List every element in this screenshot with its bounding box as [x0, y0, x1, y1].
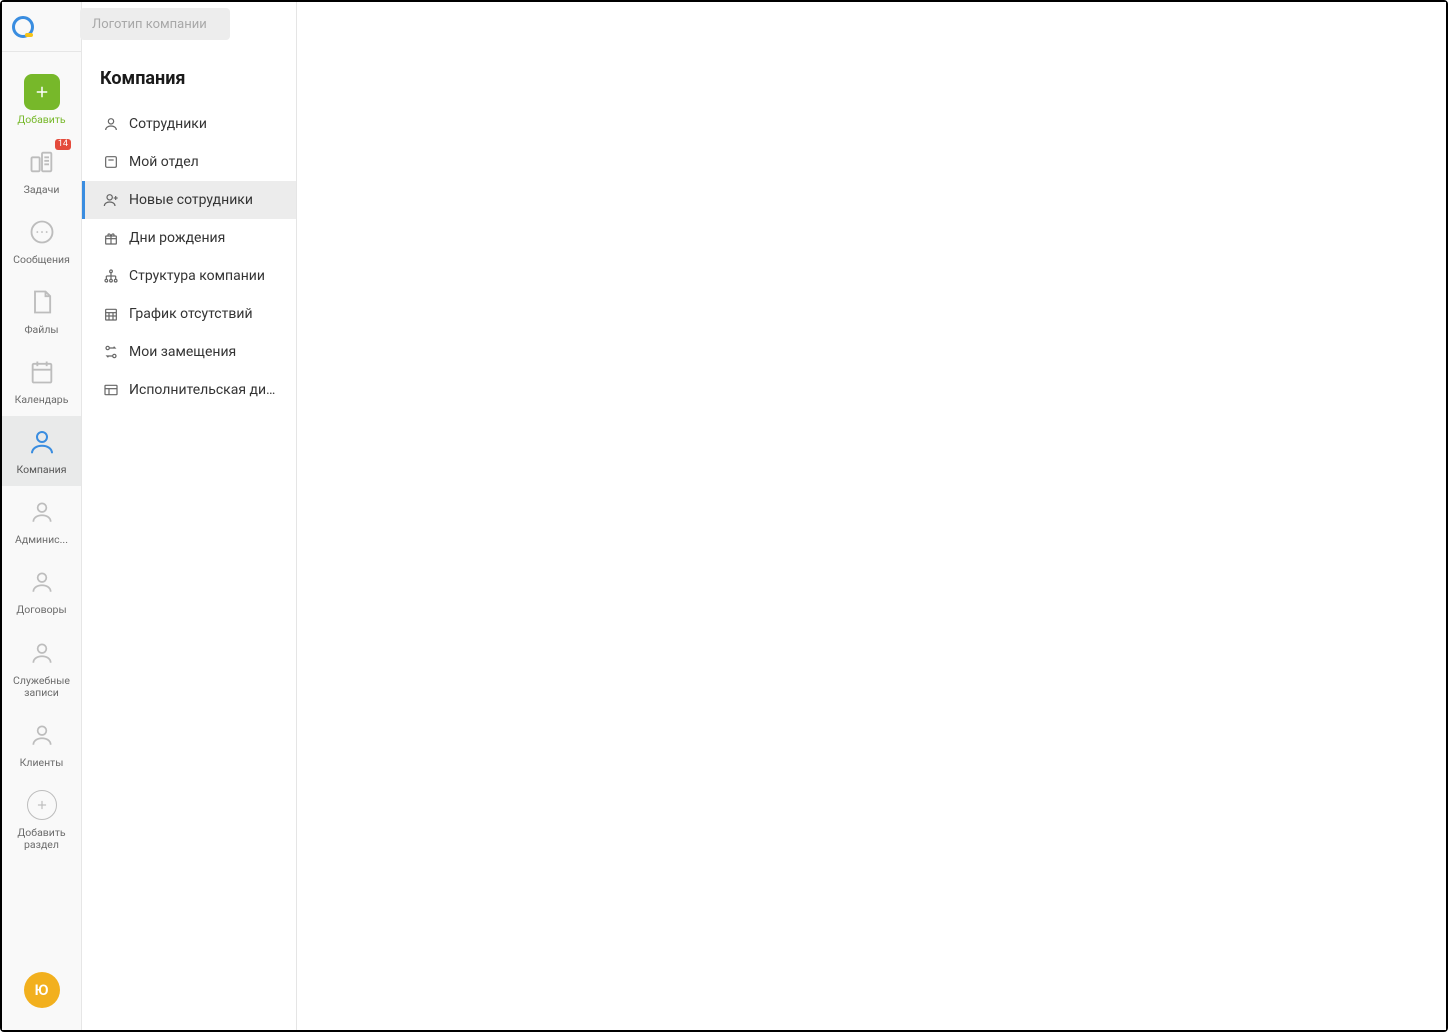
plus-circle-icon	[27, 790, 57, 820]
calendar-grid-icon	[103, 306, 119, 322]
sub-item-label: Структура компании	[129, 268, 265, 284]
card-icon	[103, 154, 119, 170]
sub-item-substitutions[interactable]: Мои замещения	[82, 333, 296, 371]
nav-label: Админис...	[15, 534, 68, 546]
gift-icon	[103, 230, 119, 246]
sub-item-my-dept[interactable]: Мой отдел	[82, 143, 296, 181]
sub-panel-title: Компания	[82, 68, 296, 105]
sub-item-birthdays[interactable]: Дни рождения	[82, 219, 296, 257]
nav-clients[interactable]: Клиенты	[2, 709, 81, 779]
avatar-slot: Ю	[2, 958, 81, 1030]
person-icon	[103, 116, 119, 132]
sub-item-new-employees[interactable]: Новые сотрудники	[82, 181, 296, 219]
person-icon	[27, 427, 57, 457]
nav-label: Компания	[16, 464, 66, 476]
user-avatar[interactable]: Ю	[24, 972, 60, 1008]
nav-label: Клиенты	[20, 757, 64, 769]
sub-item-structure[interactable]: Структура компании	[82, 257, 296, 295]
nav-list: Добавить 14 Задачи Сообщения Файлы	[2, 52, 81, 958]
sub-item-discipline[interactable]: Исполнительская дисц...	[82, 371, 296, 409]
main-content	[297, 2, 1446, 1030]
nav-add-section[interactable]: Добавить раздел	[2, 779, 81, 861]
sub-item-label: Исполнительская дисц...	[129, 382, 280, 398]
nav-memos[interactable]: Служебные записи	[2, 627, 81, 709]
logo-row	[2, 2, 81, 52]
hierarchy-icon	[103, 268, 119, 284]
app-logo-icon[interactable]	[12, 16, 34, 38]
nav-label: Сообщения	[13, 254, 70, 266]
nav-company[interactable]: Компания	[2, 416, 81, 486]
nav-label: Файлы	[24, 324, 58, 336]
nav-label: Календарь	[15, 394, 69, 406]
sub-item-label: График отсутствий	[129, 306, 253, 322]
messages-icon	[28, 218, 56, 246]
nav-calendar[interactable]: Календарь	[2, 346, 81, 416]
sub-item-absence[interactable]: График отсутствий	[82, 295, 296, 333]
person-icon	[29, 499, 55, 525]
plus-icon	[24, 74, 60, 110]
company-logo-placeholder[interactable]: Логотип компании	[80, 8, 230, 40]
tasks-icon	[28, 148, 56, 176]
sub-item-label: Дни рождения	[129, 230, 225, 246]
person-icon	[29, 722, 55, 748]
swap-icon	[103, 344, 119, 360]
nav-label: Добавить	[17, 114, 65, 126]
person-icon	[29, 569, 55, 595]
dashboard-icon	[103, 382, 119, 398]
person-icon	[29, 640, 55, 666]
nav-label: Задачи	[24, 184, 60, 196]
person-plus-icon	[103, 192, 119, 208]
sub-item-label: Мой отдел	[129, 154, 199, 170]
nav-add-button[interactable]: Добавить	[2, 66, 81, 136]
sub-panel: Компания Сотрудники Мой отдел Новые сотр…	[82, 2, 297, 1030]
left-sidebar: Логотип компании Добавить 14 Задачи С	[2, 2, 82, 1030]
sub-item-label: Новые сотрудники	[129, 192, 253, 208]
nav-tasks[interactable]: 14 Задачи	[2, 136, 81, 206]
calendar-icon	[28, 358, 56, 386]
sub-item-label: Сотрудники	[129, 116, 207, 132]
nav-messages[interactable]: Сообщения	[2, 206, 81, 276]
nav-label: Добавить раздел	[5, 827, 79, 851]
sub-item-label: Мои замещения	[129, 344, 236, 360]
sub-item-employees[interactable]: Сотрудники	[82, 105, 296, 143]
nav-contracts[interactable]: Договоры	[2, 556, 81, 626]
tasks-badge: 14	[55, 139, 71, 150]
nav-admin[interactable]: Админис...	[2, 486, 81, 556]
nav-label: Договоры	[16, 604, 66, 616]
nav-files[interactable]: Файлы	[2, 276, 81, 346]
nav-label: Служебные записи	[5, 675, 79, 699]
files-icon	[28, 288, 56, 316]
